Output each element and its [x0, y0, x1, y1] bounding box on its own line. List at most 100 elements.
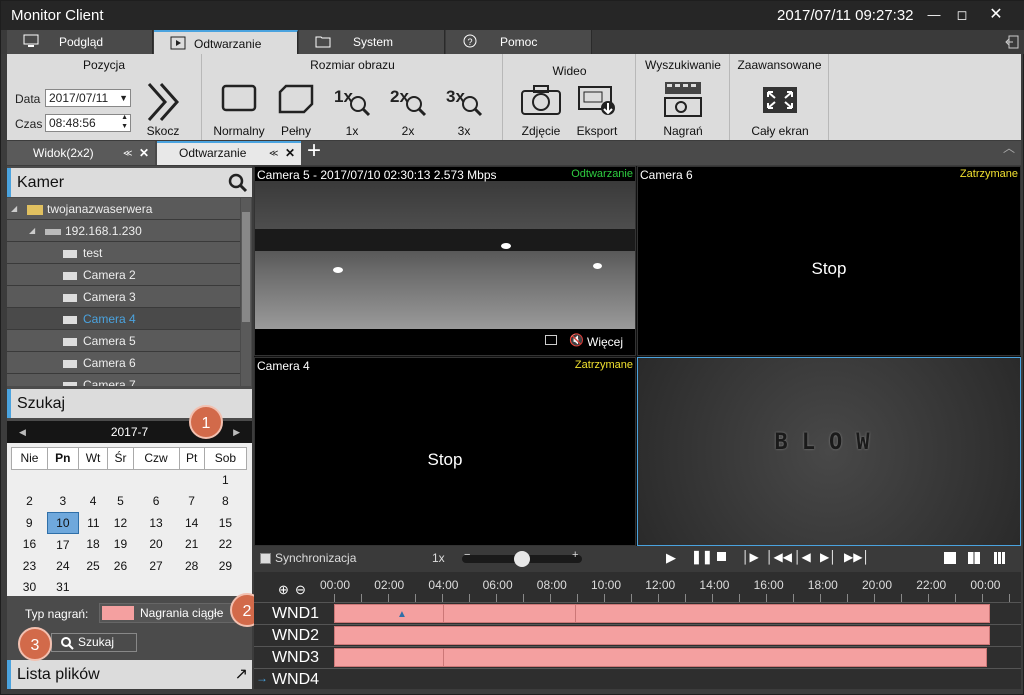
zoom-3x-button[interactable]: 3x 3x: [441, 84, 487, 138]
export-button[interactable]: Eksport: [572, 84, 622, 138]
record-bar[interactable]: [334, 626, 990, 645]
layout-1x1-icon[interactable]: [944, 552, 956, 564]
layout-2x2-icon[interactable]: [968, 552, 980, 564]
track-wnd1[interactable]: WND1 ▲: [254, 602, 1021, 624]
calendar-day[interactable]: 27: [133, 555, 179, 577]
prev-month-icon[interactable]: ◀: [19, 421, 26, 443]
search-button[interactable]: Szukaj: [51, 633, 137, 652]
calendar-day[interactable]: 21: [179, 534, 204, 556]
calendar-day[interactable]: 14: [179, 512, 204, 534]
tab-odtwarzanie[interactable]: Odtwarzanie: [154, 30, 298, 54]
calendar-day[interactable]: 2: [12, 491, 48, 513]
expand-icon[interactable]: ◢: [29, 220, 35, 242]
calendar-day[interactable]: 29: [204, 555, 246, 577]
skip-start-icon[interactable]: │◀◀: [766, 550, 792, 564]
playhead-marker[interactable]: ▲: [397, 609, 407, 620]
layout-3x3-icon[interactable]: [994, 552, 1006, 564]
zoom-2x-button[interactable]: 2x 2x: [385, 84, 431, 138]
record-bar[interactable]: [334, 648, 987, 667]
doc-tab-widok[interactable]: Widok(2x2) ≪ ✕: [7, 141, 155, 165]
exit-icon[interactable]: [1005, 35, 1019, 49]
jump-button[interactable]: Skocz: [139, 80, 187, 138]
tree-server[interactable]: ◢ twojanazwaserwera: [7, 198, 240, 220]
calendar-day[interactable]: 5: [108, 491, 133, 513]
prev-icon[interactable]: │◀: [794, 550, 811, 564]
calendar-day[interactable]: 7: [179, 491, 204, 513]
tree-camera[interactable]: Camera 7: [7, 374, 240, 386]
calendar-day[interactable]: 12: [108, 512, 133, 534]
video-cell-1[interactable]: Camera 5 - 2017/07/10 02:30:13 2.573 Mbp…: [254, 166, 636, 356]
tab-system[interactable]: System: [299, 30, 445, 54]
tab-pomoc[interactable]: ? Pomoc: [446, 30, 592, 54]
mute-icon[interactable]: 🔇: [569, 333, 584, 347]
tree-camera[interactable]: Camera 6: [7, 352, 240, 374]
calendar-day[interactable]: 16: [12, 534, 48, 556]
next-icon[interactable]: ▶│: [820, 550, 837, 564]
records-search-button[interactable]: Nagrań: [653, 80, 713, 138]
calendar-day[interactable]: 25: [78, 555, 108, 577]
close-tab-icon[interactable]: ✕: [285, 141, 295, 165]
stop-icon[interactable]: [717, 552, 726, 561]
tab-podglad[interactable]: Podgląd: [7, 30, 153, 54]
calendar-day[interactable]: 13: [133, 512, 179, 534]
faster-icon[interactable]: +: [572, 549, 578, 561]
date-field[interactable]: 2017/07/11 ▼: [45, 89, 131, 107]
expand-icon[interactable]: ◢: [11, 198, 17, 220]
skip-end-icon[interactable]: ▶▶│: [844, 550, 870, 564]
tree-camera[interactable]: test: [7, 242, 240, 264]
calendar-day[interactable]: 17: [47, 534, 78, 556]
calendar-day[interactable]: 31: [47, 577, 78, 599]
step-frame-icon[interactable]: │▶: [742, 550, 759, 564]
dropdown-icon[interactable]: ▼: [119, 90, 128, 106]
tree-camera[interactable]: Camera 3: [7, 286, 240, 308]
snapshot-small-icon[interactable]: [545, 335, 557, 345]
normal-size-button[interactable]: Normalny: [211, 84, 267, 138]
zoom-out-icon[interactable]: ⊖: [295, 582, 306, 598]
maximize-button[interactable]: ◻: [947, 5, 977, 25]
video-cell-4[interactable]: BLOW: [637, 357, 1021, 546]
doc-tab-odtwarzanie[interactable]: Odtwarzanie ≪ ✕: [157, 141, 301, 165]
scrollbar-thumb[interactable]: [242, 212, 250, 322]
pause-icon[interactable]: ❚❚: [691, 549, 713, 565]
calendar-day[interactable]: 28: [179, 555, 204, 577]
record-bar[interactable]: [334, 604, 990, 623]
calendar-day[interactable]: 18: [78, 534, 108, 556]
video-cell-3[interactable]: Camera 4 Zatrzymane Stop: [254, 357, 636, 546]
video-cell-2[interactable]: Camera 6 Zatrzymane Stop: [637, 166, 1021, 356]
track-wnd4[interactable]: → WND4: [254, 668, 1021, 689]
calendar-day[interactable]: 15: [204, 512, 246, 534]
slider-thumb[interactable]: [514, 551, 530, 567]
rec-type-select[interactable]: Nagrania ciągłe: [99, 603, 247, 623]
calendar-day[interactable]: 9: [12, 512, 48, 534]
zoom-in-icon[interactable]: ⊕: [278, 582, 289, 598]
calendar-day[interactable]: 3: [47, 491, 78, 513]
time-field[interactable]: 08:48:56 ▲ ▼: [45, 114, 131, 132]
zoom-1x-button[interactable]: 1x 1x: [329, 84, 375, 138]
add-tab-icon[interactable]: +: [307, 137, 321, 165]
fullscreen-button[interactable]: Cały ekran: [739, 84, 821, 138]
next-month-icon[interactable]: ▶: [233, 421, 240, 443]
spinner-icon[interactable]: ▲ ▼: [121, 113, 128, 131]
calendar-day[interactable]: 11: [78, 512, 108, 534]
speed-slider[interactable]: − +: [462, 549, 582, 567]
tree-device[interactable]: ◢ 192.168.1.230: [7, 220, 240, 242]
tree-camera[interactable]: Camera 2: [7, 264, 240, 286]
calendar-day[interactable]: 8: [204, 491, 246, 513]
calendar-day[interactable]: 20: [133, 534, 179, 556]
track-wnd3[interactable]: WND3: [254, 646, 1021, 668]
close-button[interactable]: ✕: [981, 5, 1011, 25]
pin-icon[interactable]: ≪: [269, 141, 278, 165]
calendar-day[interactable]: 30: [12, 577, 48, 599]
calendar-day[interactable]: 24: [47, 555, 78, 577]
calendar-day[interactable]: 1: [204, 469, 246, 491]
slower-icon[interactable]: −: [464, 549, 470, 561]
search-icon[interactable]: [228, 173, 248, 193]
minimize-button[interactable]: —: [919, 5, 949, 25]
calendar-day[interactable]: 4: [78, 491, 108, 513]
calendar-day[interactable]: 19: [108, 534, 133, 556]
pin-icon[interactable]: ≪: [123, 141, 132, 165]
calendar-day[interactable]: 22: [204, 534, 246, 556]
more-button[interactable]: Więcej: [587, 335, 623, 349]
calendar-day-selected[interactable]: 10: [46, 511, 79, 534]
expand-arrow-icon[interactable]: ↗: [235, 660, 248, 689]
